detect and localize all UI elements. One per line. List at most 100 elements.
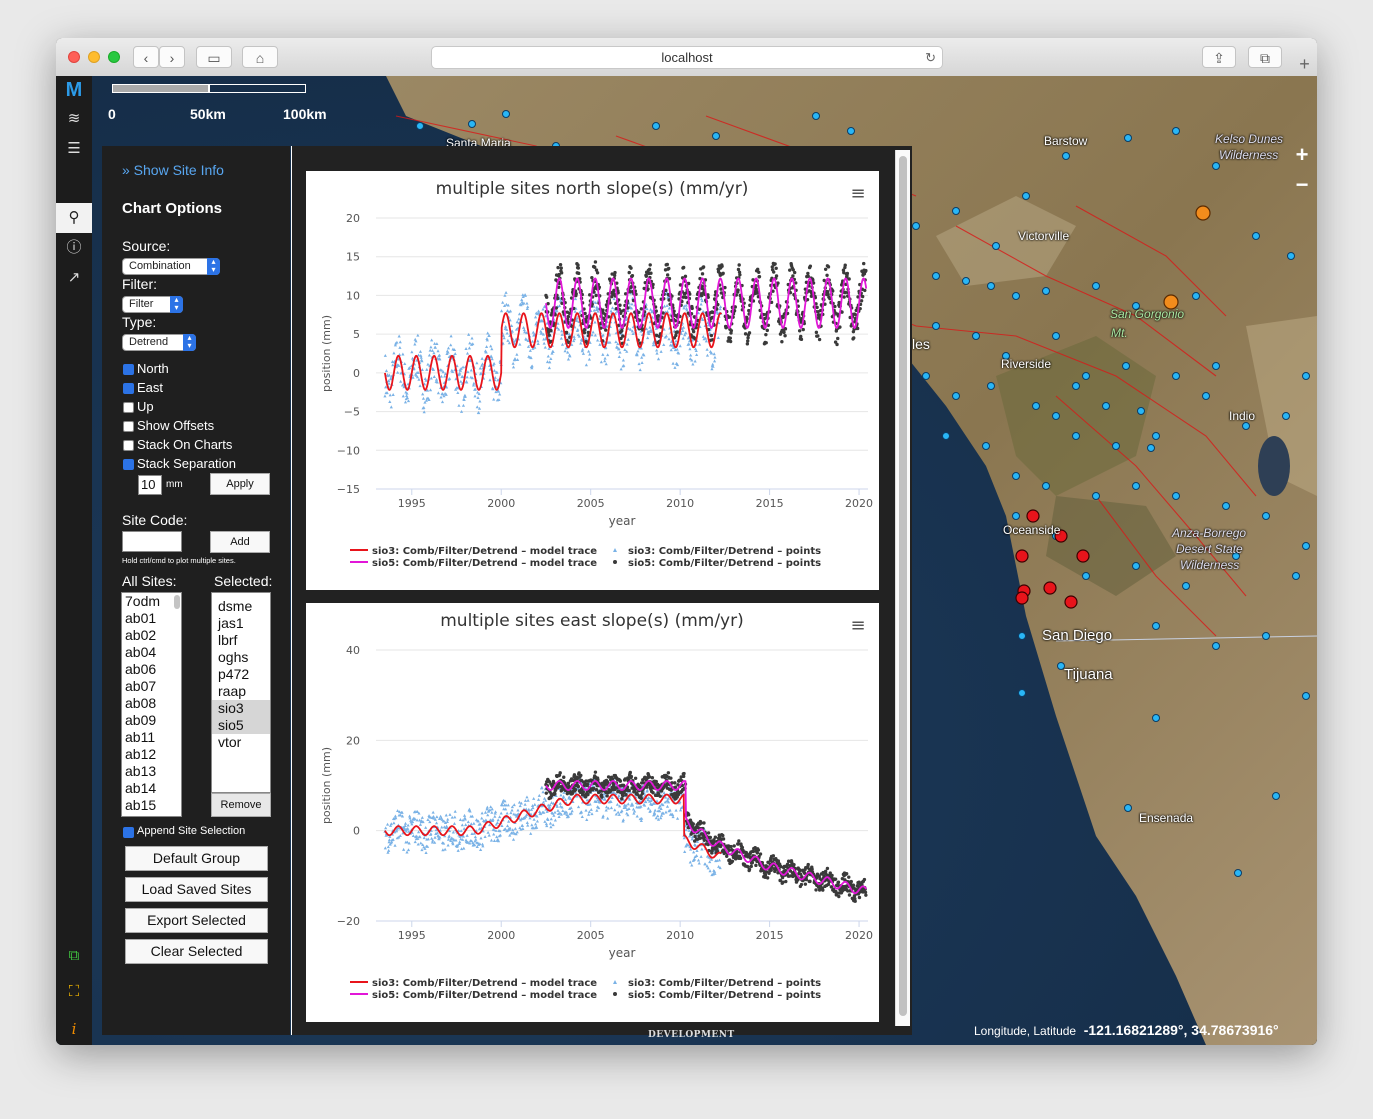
apply-button[interactable]: Apply bbox=[210, 473, 270, 495]
zoom-out-button[interactable]: − bbox=[1292, 172, 1312, 198]
remove-site-button[interactable]: Remove bbox=[211, 793, 271, 817]
home-icon[interactable]: ⌂ bbox=[242, 46, 278, 68]
zoom-window-icon[interactable] bbox=[108, 51, 120, 63]
selected-sites-list[interactable]: dsme jas1 lbrf oghs p472 raap sio3 sio5 vtor bbox=[211, 592, 271, 793]
legend-point-symbol[interactable] bbox=[613, 548, 617, 552]
selected-sites-item[interactable]: sio3 bbox=[212, 700, 270, 717]
new-tab-icon[interactable]: + bbox=[1292, 52, 1317, 76]
legend-point-symbol[interactable] bbox=[613, 980, 617, 984]
legend-item-label[interactable]: sio5: Comb/Filter/Detrend – model trace bbox=[372, 558, 597, 569]
all-sites-item[interactable]: 7odm bbox=[122, 593, 181, 610]
data-point bbox=[383, 846, 387, 850]
chart-menu-icon[interactable]: ≡ bbox=[850, 615, 865, 636]
selected-sites-item[interactable]: sio5 bbox=[212, 717, 270, 734]
reload-icon[interactable]: ↻ bbox=[925, 47, 936, 68]
data-point bbox=[750, 860, 755, 865]
all-sites-item[interactable]: ab15 bbox=[122, 797, 181, 814]
source-select[interactable]: Combination ▴ ▾ bbox=[122, 258, 220, 275]
site-code-input[interactable] bbox=[122, 531, 182, 552]
stack-separation-checkbox[interactable] bbox=[123, 459, 134, 470]
clear-selected-button[interactable]: Clear Selected bbox=[125, 939, 268, 964]
list-icon[interactable]: ☰ bbox=[56, 134, 92, 164]
address-bar[interactable]: localhost ↻ bbox=[431, 46, 943, 69]
fullscreen-icon[interactable]: ⛶ bbox=[56, 977, 92, 1007]
data-point bbox=[446, 843, 450, 847]
data-point bbox=[565, 791, 570, 796]
share-icon[interactable]: ⇪ bbox=[1202, 46, 1236, 68]
forward-button[interactable]: › bbox=[159, 46, 185, 68]
search-icon[interactable]: ⚲ bbox=[56, 203, 92, 233]
stack-on-charts-checkbox[interactable] bbox=[123, 440, 134, 451]
selected-sites-item[interactable]: dsme bbox=[212, 598, 270, 615]
charts-scrollbar-thumb[interactable] bbox=[899, 156, 907, 1016]
legend-item-label[interactable]: sio5: Comb/Filter/Detrend – model trace bbox=[372, 990, 597, 1001]
all-sites-item[interactable]: ab08 bbox=[122, 695, 181, 712]
data-point bbox=[637, 310, 641, 315]
data-point bbox=[765, 328, 769, 333]
append-site-selection-checkbox[interactable] bbox=[123, 827, 134, 838]
info-icon[interactable]: ⓘ bbox=[56, 233, 92, 263]
selected-sites-item[interactable]: jas1 bbox=[212, 615, 270, 632]
selected-sites-item[interactable]: oghs bbox=[212, 649, 270, 666]
data-point bbox=[530, 339, 535, 343]
legend-point-symbol[interactable] bbox=[613, 560, 617, 564]
filter-select[interactable]: Filter ▴ ▾ bbox=[122, 296, 183, 313]
all-sites-item[interactable]: ab09 bbox=[122, 712, 181, 729]
list-scrollbar[interactable] bbox=[174, 595, 180, 609]
selected-sites-item[interactable]: raap bbox=[212, 683, 270, 700]
data-point bbox=[418, 822, 423, 826]
up-checkbox[interactable] bbox=[123, 402, 134, 413]
all-sites-item[interactable]: ab12 bbox=[122, 746, 181, 763]
external-link-icon[interactable]: ⧉ bbox=[56, 941, 92, 971]
legend-item-label[interactable]: sio5: Comb/Filter/Detrend – points bbox=[628, 558, 821, 569]
load-saved-sites-button[interactable]: Load Saved Sites bbox=[125, 877, 268, 902]
all-sites-item[interactable]: ab13 bbox=[122, 763, 181, 780]
north-checkbox[interactable] bbox=[123, 364, 134, 375]
all-sites-item[interactable]: ab06 bbox=[122, 661, 181, 678]
legend-item-label[interactable]: sio3: Comb/Filter/Detrend – points bbox=[628, 978, 821, 989]
legend-item-label[interactable]: sio3: Comb/Filter/Detrend – points bbox=[628, 546, 821, 557]
minimize-window-icon[interactable] bbox=[88, 51, 100, 63]
selected-sites-item[interactable]: p472 bbox=[212, 666, 270, 683]
sidebar-toggle-icon[interactable]: ▭ bbox=[196, 46, 232, 68]
legend-item-label[interactable]: sio3: Comb/Filter/Detrend – model trace bbox=[372, 546, 597, 557]
back-button[interactable]: ‹ bbox=[133, 46, 159, 68]
export-selected-button[interactable]: Export Selected bbox=[125, 908, 268, 933]
all-sites-item[interactable]: ab14 bbox=[122, 780, 181, 797]
legend-item-label[interactable]: sio3: Comb/Filter/Detrend – model trace bbox=[372, 978, 597, 989]
all-sites-item[interactable]: ab07 bbox=[122, 678, 181, 695]
data-point bbox=[765, 876, 770, 880]
show-site-info-link[interactable]: » Show Site Info bbox=[122, 162, 224, 178]
east-checkbox[interactable] bbox=[123, 383, 134, 394]
layers-icon[interactable]: ≋ bbox=[56, 104, 92, 134]
type-select[interactable]: Detrend ▴ ▾ bbox=[122, 334, 196, 351]
scale-bar-empty bbox=[209, 84, 306, 93]
close-window-icon[interactable] bbox=[68, 51, 80, 63]
all-sites-list[interactable]: 7odm ab01 ab02 ab04 ab06 ab07 ab08 ab09 ab11 ab12… bbox=[121, 592, 182, 817]
add-site-button[interactable]: Add bbox=[210, 531, 270, 553]
default-group-button[interactable]: Default Group bbox=[125, 846, 268, 871]
data-point bbox=[523, 799, 528, 802]
all-sites-item[interactable]: ab11 bbox=[122, 729, 181, 746]
legend-point-symbol[interactable] bbox=[613, 992, 617, 996]
about-italic-icon[interactable]: i bbox=[56, 1014, 92, 1044]
data-point bbox=[711, 362, 715, 366]
data-point bbox=[386, 845, 390, 849]
all-sites-item[interactable]: ab04 bbox=[122, 644, 181, 661]
show-offsets-checkbox[interactable] bbox=[123, 421, 134, 432]
app-logo-icon[interactable]: M bbox=[56, 76, 92, 106]
selected-sites-item[interactable]: vtor bbox=[212, 734, 270, 751]
selected-sites-item[interactable]: lbrf bbox=[212, 632, 270, 649]
charts-container: multiple sites north slope(s) (mm/yr) ≡ 20… bbox=[292, 146, 912, 1035]
legend-item-label[interactable]: sio5: Comb/Filter/Detrend – points bbox=[628, 990, 821, 1001]
chart-menu-icon[interactable]: ≡ bbox=[850, 183, 865, 204]
data-point bbox=[562, 775, 566, 779]
tabs-overview-icon[interactable]: ⧉ bbox=[1248, 46, 1282, 68]
all-sites-item[interactable]: ab02 bbox=[122, 627, 181, 644]
chart-title: multiple sites north slope(s) (mm/yr) bbox=[436, 179, 749, 199]
share-arrow-icon[interactable]: ↗ bbox=[56, 263, 92, 293]
all-sites-item[interactable]: ab01 bbox=[122, 610, 181, 627]
separation-input[interactable]: 10 bbox=[138, 475, 162, 495]
charts-scrollbar[interactable] bbox=[895, 150, 910, 1026]
zoom-in-button[interactable]: + bbox=[1292, 142, 1312, 168]
